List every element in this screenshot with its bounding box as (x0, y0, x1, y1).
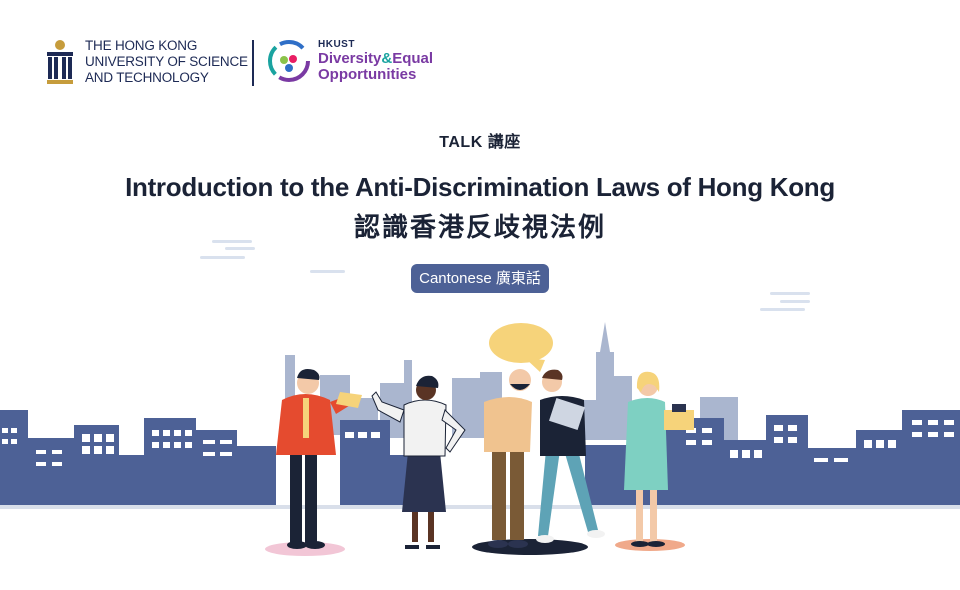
deo-name-line-1: Diversity&Equal (318, 51, 433, 67)
poster: THE HONG KONG UNIVERSITY OF SCIENCE AND … (0, 0, 960, 590)
deo-ampersand: & (381, 50, 393, 67)
university-name-line-1: THE HONG KONG (85, 38, 198, 53)
hkust-logo: THE HONG KONG UNIVERSITY OF SCIENCE AND … (45, 38, 248, 86)
ground-line (0, 505, 960, 509)
deo-word-diversity: Diversity (318, 50, 382, 67)
event-type-label: TALK 講座 (439, 134, 521, 151)
floor-shadows (265, 539, 685, 556)
deo-word-equal: Equal (392, 50, 434, 67)
language-badge-wrapper: Cantonese 廣東話 (0, 264, 960, 293)
hkust-crest-icon (47, 40, 73, 84)
event-title-english: Introduction to the Anti-Discrimination … (125, 172, 835, 202)
logo-divider (252, 40, 254, 86)
deo-name-line-2: Opportunities (318, 66, 417, 83)
speech-bubble (489, 323, 553, 372)
university-name-line-2: UNIVERSITY OF SCIENCE (85, 54, 248, 69)
event-title-chinese: 認識香港反歧視法例 (353, 212, 606, 242)
deo-ring-icon (268, 40, 310, 82)
city-skyline-illustration (0, 240, 960, 556)
university-name-line-3: AND TECHNOLOGY (85, 70, 209, 85)
deo-logo: HKUST Diversity&Equal Opportunities (266, 38, 433, 84)
language-badge: Cantonese 廣東話 (411, 264, 549, 293)
